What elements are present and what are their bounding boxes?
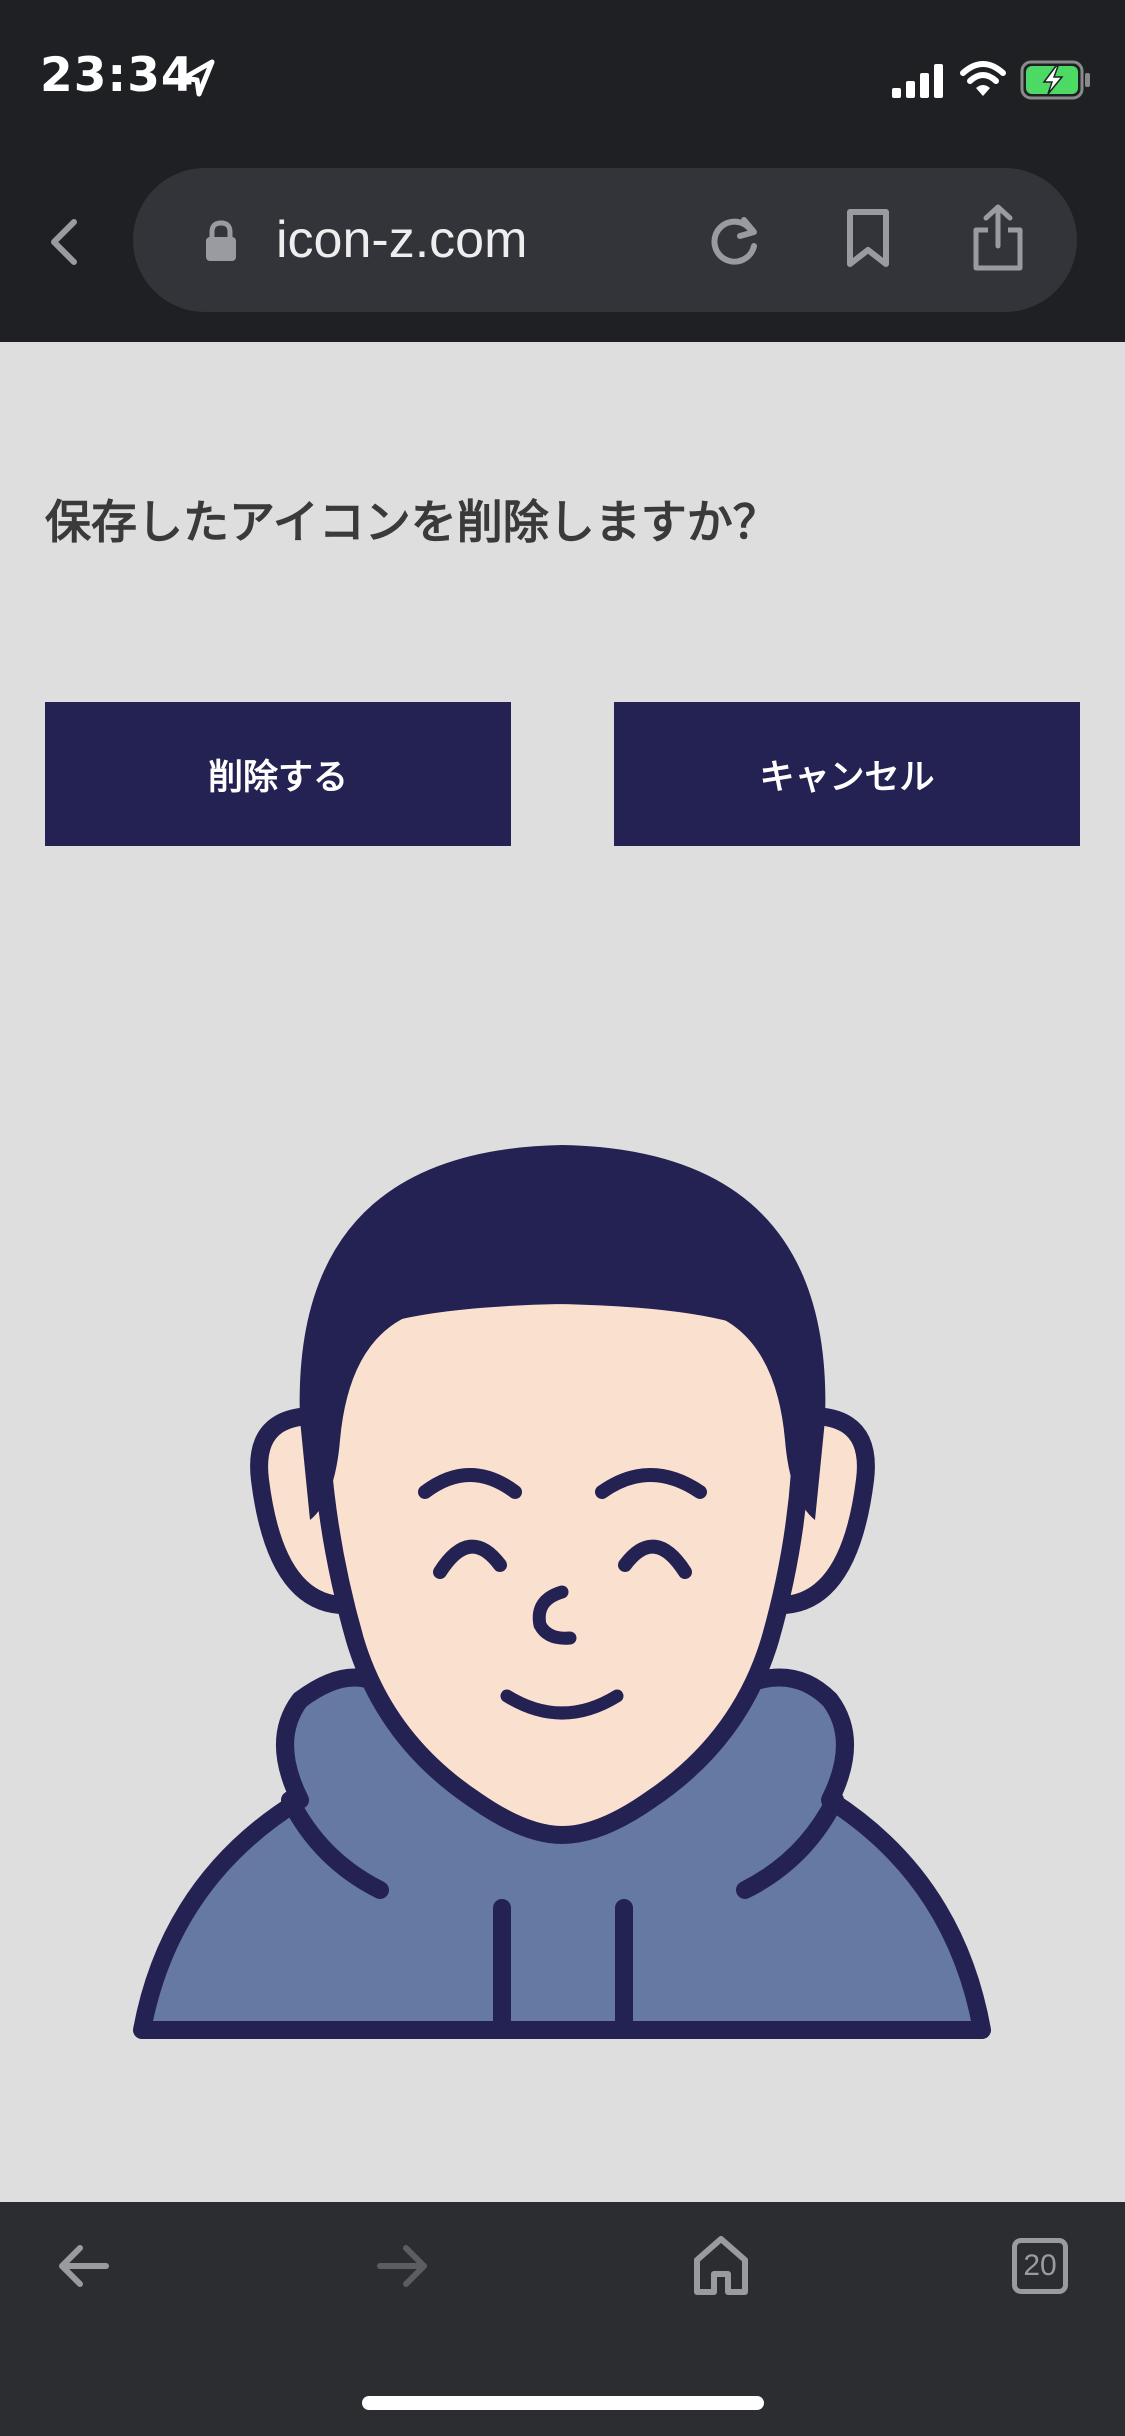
tabs-icon[interactable]: 20 — [1012, 2238, 1068, 2294]
lock-icon — [206, 220, 236, 261]
back-arrow-icon[interactable] — [56, 2238, 112, 2294]
home-indicator[interactable] — [362, 2396, 764, 2410]
cancel-button[interactable]: キャンセル — [614, 702, 1080, 846]
battery-charging-icon — [1020, 60, 1090, 100]
url-bar[interactable] — [133, 168, 1077, 312]
location-arrow-icon — [181, 59, 215, 97]
bookmark-icon[interactable] — [844, 208, 892, 270]
signal-icon — [892, 64, 943, 98]
status-time: 23:34 — [40, 48, 195, 103]
reload-icon[interactable] — [706, 212, 762, 268]
delete-confirmation-question: 保存したアイコンを削除しますか？ — [45, 495, 779, 549]
delete-button[interactable]: 削除する — [45, 702, 511, 846]
browser-top-chrome: 23:34 icon-z.com — [0, 0, 1125, 342]
home-icon[interactable] — [692, 2234, 750, 2296]
wifi-icon — [960, 61, 1006, 96]
url-text[interactable]: icon-z.com — [276, 210, 527, 270]
avatar-illustration — [133, 1145, 991, 2039]
forward-arrow-icon[interactable] — [374, 2238, 430, 2294]
back-chevron-icon[interactable] — [40, 206, 90, 276]
share-icon[interactable] — [970, 204, 1026, 274]
